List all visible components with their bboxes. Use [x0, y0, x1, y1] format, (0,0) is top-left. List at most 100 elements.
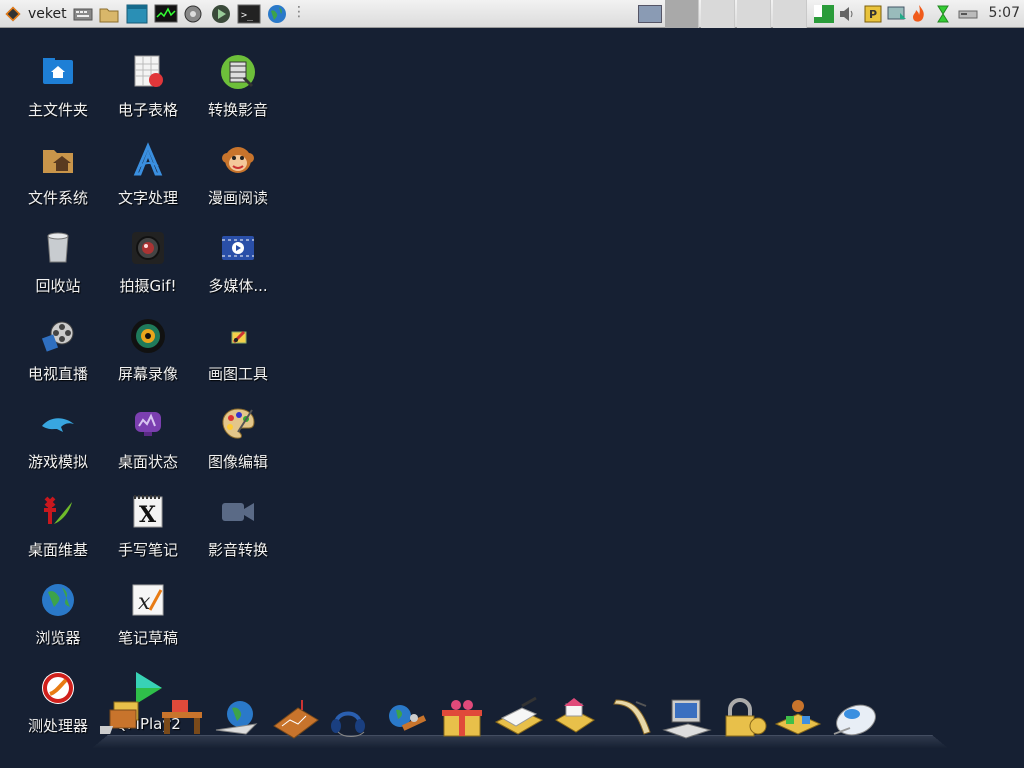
desktop-icon-screen-recorder[interactable]: 屏幕录像 — [106, 318, 190, 384]
browser-globe-icon — [42, 584, 74, 616]
display-icon[interactable] — [886, 3, 908, 25]
desktop-icon-label: 回收站 — [35, 277, 81, 295]
svg-text:x: x — [138, 590, 151, 615]
desktop-icon-label: 多媒体... — [208, 277, 268, 295]
globe-plane-icon[interactable] — [212, 696, 266, 742]
desk-icon[interactable] — [156, 696, 210, 742]
desktop-icon-desktop-status[interactable]: 桌面状态 — [106, 406, 190, 472]
desktop-icon-label: 游戏模拟 — [27, 453, 88, 471]
desktop-icon-label: 转换影音 — [207, 101, 268, 119]
overflow-indicator[interactable]: ⋮ — [292, 4, 306, 26]
desktop-icon-gif-capture[interactable]: 拍摄Gif! — [106, 230, 190, 296]
desktop-icon-browser[interactable]: 浏览器 — [16, 582, 100, 648]
desktop-icon-desktop-wiki[interactable]: 桌面维基 — [16, 494, 100, 560]
trash-icon — [47, 232, 69, 263]
word-processor-icon — [133, 142, 163, 176]
video-player-icon — [222, 236, 254, 260]
desktop-icon-media-convert[interactable]: 影音转换 — [196, 494, 280, 560]
desktop-icon-game-emulator[interactable]: 游戏模拟 — [16, 406, 100, 472]
desktop-icon-label: 漫画阅读 — [207, 189, 268, 207]
desktop-icon-handwriting-notes[interactable]: X 手写笔记 — [106, 494, 190, 560]
workspace-1[interactable] — [665, 0, 699, 28]
desktop-icon-label: 电视直播 — [27, 365, 88, 383]
folder-icon[interactable] — [98, 3, 120, 25]
clock[interactable]: 5:07 — [989, 5, 1020, 21]
processor-swirl-icon — [42, 672, 74, 704]
desktop-icon-note-draft[interactable]: x 笔记草稿 — [106, 582, 190, 648]
desktop-icon-word-processor[interactable]: 文字处理 — [106, 142, 190, 208]
dolphin-icon — [42, 418, 74, 432]
desktop-icon-filesystem[interactable]: 文件系统 — [16, 142, 100, 208]
workspace-4[interactable] — [773, 0, 807, 28]
filesystem-icon — [43, 150, 73, 173]
desktop-icon-image-editor[interactable]: 图像编辑 — [196, 406, 280, 472]
desktop-icon-label: 屏幕录像 — [117, 365, 178, 383]
veket-logo-icon — [5, 6, 21, 22]
satellite-icon[interactable] — [380, 696, 434, 742]
window-icon[interactable] — [126, 3, 148, 25]
network-meter-icon[interactable] — [813, 3, 835, 25]
media-converter-icon — [221, 55, 255, 89]
p-badge-icon[interactable]: P — [864, 3, 882, 25]
desktop-icon-tv-live[interactable]: 电视直播 — [16, 318, 100, 384]
media-play-icon[interactable] — [210, 3, 232, 25]
settings-icon[interactable] — [182, 3, 204, 25]
desktop-icon-label: 桌面维基 — [27, 541, 88, 559]
desktop-icon-trash[interactable]: 回收站 — [16, 230, 100, 296]
taskbar: veket >_ ⋮ P 5:07 — [0, 0, 1024, 28]
network-blocks-icon[interactable] — [772, 696, 826, 742]
window-button[interactable] — [638, 5, 662, 23]
mouse-icon[interactable] — [828, 696, 882, 742]
keyboard-icon[interactable] — [72, 3, 94, 25]
house-icon[interactable] — [548, 696, 602, 742]
svg-text:>_: >_ — [241, 10, 254, 21]
desktop-icon-label: 主文件夹 — [27, 101, 88, 119]
svg-text:P: P — [869, 8, 877, 21]
flame-icon[interactable] — [910, 3, 928, 25]
padlock-icon[interactable] — [716, 696, 770, 742]
document-pen-icon[interactable] — [492, 696, 546, 742]
desktop-icon-label: 笔记草稿 — [117, 629, 178, 647]
palette-icon — [222, 408, 255, 439]
wiki-quill-icon — [44, 496, 72, 524]
desktop-icon-comic-reader[interactable]: 漫画阅读 — [196, 142, 280, 208]
workspace-2[interactable] — [701, 0, 735, 28]
globe-icon[interactable] — [266, 3, 288, 25]
video-camera-icon — [222, 503, 254, 521]
xournal-icon: x — [132, 584, 164, 616]
monkey-face-icon — [222, 147, 254, 173]
drive-icon[interactable] — [957, 3, 979, 25]
start-menu-button[interactable]: veket — [4, 3, 70, 25]
scroll-icon[interactable] — [604, 696, 658, 742]
desktop-icon-home-folder[interactable]: 主文件夹 — [16, 54, 100, 120]
dock — [80, 690, 950, 768]
desktop-icon-label: 手写笔记 — [117, 541, 178, 559]
chart-board-icon[interactable] — [268, 696, 322, 742]
desktop-icon-label: 电子表格 — [117, 101, 178, 119]
card-stack-icon[interactable] — [88, 696, 154, 742]
status-monitor-icon — [135, 412, 161, 436]
desktop-icon-label: 桌面状态 — [117, 453, 178, 471]
screen-recorder-lens-icon — [131, 319, 165, 353]
gift-box-icon[interactable] — [436, 696, 490, 742]
hourglass-icon[interactable] — [934, 3, 952, 25]
home-folder-icon — [43, 58, 73, 84]
system-monitor-icon[interactable] — [154, 3, 178, 25]
desktop-icon-label: 拍摄Gif! — [119, 277, 177, 295]
desktop-icon-spreadsheet[interactable]: 电子表格 — [106, 54, 190, 120]
desktop-icon-multimedia[interactable]: 多媒体... — [196, 230, 280, 296]
desktop-icon-label: 文件系统 — [27, 189, 88, 207]
terminal-icon[interactable]: >_ — [237, 3, 261, 25]
camera-lens-icon — [132, 232, 164, 264]
computer-icon[interactable] — [660, 696, 714, 742]
spreadsheet-icon — [134, 55, 163, 87]
desktop-icon-paint-tool[interactable]: 画图工具 — [196, 318, 280, 384]
desktop-icon-convert-media[interactable]: 转换影音 — [196, 54, 280, 120]
paint-brush-icon — [231, 330, 247, 344]
desktop-icon-label: 影音转换 — [207, 541, 268, 559]
workspace-3[interactable] — [737, 0, 771, 28]
headset-icon[interactable] — [324, 696, 378, 742]
desktop-icon-label: 浏览器 — [35, 629, 81, 647]
volume-icon[interactable] — [838, 3, 856, 25]
film-reel-icon — [41, 321, 74, 352]
